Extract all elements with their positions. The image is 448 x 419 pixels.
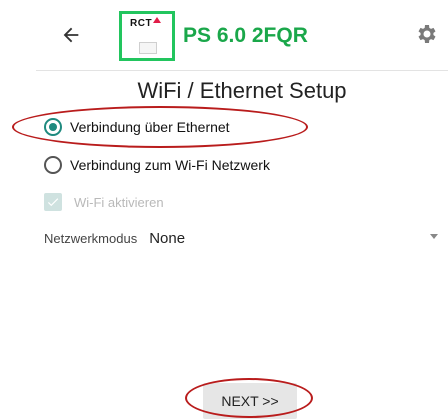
gear-icon[interactable] (414, 22, 438, 46)
logo-text: RCT (130, 18, 153, 29)
logo-device-icon (139, 42, 157, 54)
check-icon (47, 198, 59, 207)
app-title: PS 6.0 2FQR (183, 24, 308, 47)
next-button[interactable]: NEXT >> (203, 383, 297, 419)
wifi-enable-checkbox-row: Wi-Fi aktivieren (44, 190, 164, 214)
radio-wifi[interactable] (44, 156, 62, 174)
network-mode-select[interactable]: Netzwerkmodus None (44, 226, 442, 250)
radio-ethernet-option[interactable]: Verbindung über Ethernet (44, 114, 230, 140)
wifi-enable-label: Wi-Fi aktivieren (74, 194, 164, 210)
network-mode-label: Netzwerkmodus (44, 230, 138, 246)
back-arrow-icon[interactable] (58, 22, 84, 48)
page-title: WiFi / Ethernet Setup (137, 78, 347, 103)
header-divider (36, 70, 448, 71)
dropdown-arrow-icon[interactable] (430, 234, 438, 239)
radio-ethernet[interactable] (44, 118, 62, 136)
network-mode-value[interactable]: None (149, 230, 185, 247)
radio-wifi-option[interactable]: Verbindung zum Wi-Fi Netzwerk (44, 152, 270, 178)
radio-ethernet-label: Verbindung über Ethernet (70, 119, 230, 135)
radio-wifi-label: Verbindung zum Wi-Fi Netzwerk (70, 157, 270, 173)
wifi-enable-checkbox (44, 193, 62, 211)
logo-flame-icon (153, 17, 161, 23)
rct-logo: RCT (119, 11, 175, 61)
